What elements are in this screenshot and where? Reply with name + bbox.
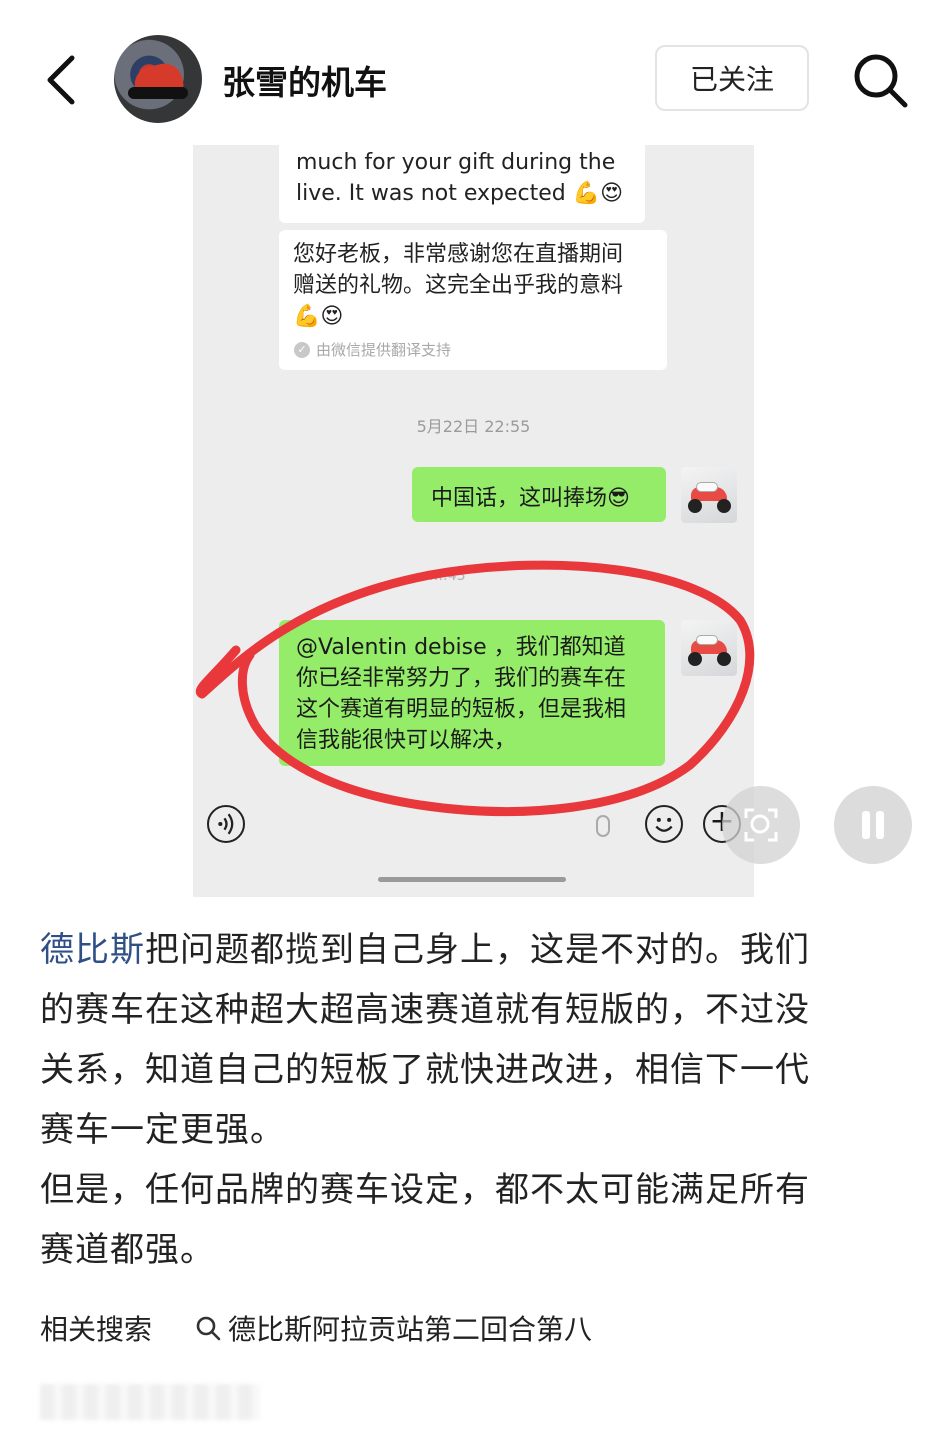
blurred-footer: [40, 1384, 260, 1420]
chat-message-line: @Valentin debise ，我们都知道: [296, 635, 626, 660]
chat-message-line: 您好老板，非常感谢您在直播期间: [293, 242, 624, 267]
post-text: 关系，知道自己的短板了就快进改进，相信下一代: [40, 1050, 810, 1090]
translation-note: ✓ 由微信提供翻译支持: [294, 339, 451, 360]
chat-message-line: 赠送的礼物。这完全出乎我的意料: [293, 273, 624, 298]
mention-tag[interactable]: 德比斯: [40, 930, 145, 970]
chat-message-line: 这个赛道有明显的短板，但是我相: [296, 697, 627, 722]
follow-button[interactable]: 已关注: [655, 45, 809, 111]
search-icon: [196, 1316, 221, 1341]
related-search: 相关搜索 德比斯阿拉贡站第二回合第八: [40, 1308, 592, 1348]
post-body: 德比斯把问题都揽到自己身上，这是不对的。我们 的赛车在这种超大超高速赛道就有短版…: [40, 920, 910, 1280]
post-text: 但是，任何品牌的赛车设定，都不太可能满足所有: [40, 1170, 810, 1210]
mic-icon: [596, 815, 610, 837]
sender-avatar: [681, 467, 737, 523]
related-search-label: 相关搜索: [40, 1313, 153, 1346]
voice-icon: [207, 805, 245, 843]
top-bar: 张雪的机车 已关注: [0, 0, 946, 145]
related-search-text: 德比斯阿拉贡站第二回合第八: [228, 1313, 593, 1346]
translation-note-text: 由微信提供翻译支持: [316, 341, 452, 359]
chat-timestamp: …:43: [429, 568, 466, 584]
check-icon: ✓: [294, 341, 310, 358]
post-text: 赛道都强。: [40, 1230, 215, 1270]
search-icon[interactable]: [850, 50, 910, 110]
chat-message-line: live. It was not expected 💪😍: [296, 181, 624, 206]
chat-timestamp: 5月22日 22:55: [416, 417, 531, 436]
emoji-icon: [645, 805, 683, 843]
chat-message-sent-highlighted: @Valentin debise ，我们都知道 你已经非常努力了，我们的赛车在 …: [279, 620, 665, 766]
chat-screenshot-image[interactable]: much for your gift during the live. It w…: [193, 145, 754, 897]
scan-icon[interactable]: [722, 786, 800, 864]
post-text: 赛车一定更强。: [40, 1110, 285, 1150]
chat-message-line: 信我能很快可以解决，: [296, 728, 517, 753]
chat-message-english: much for your gift during the live. It w…: [279, 145, 645, 223]
post-text: 的赛车在这种超大超高速赛道就有短版的，不过没: [40, 990, 810, 1030]
account-name[interactable]: 张雪的机车: [222, 56, 387, 104]
sender-avatar: [681, 620, 737, 676]
related-search-query[interactable]: 德比斯阿拉贡站第二回合第八: [194, 1308, 592, 1348]
chat-message-line: 💪😍: [293, 304, 344, 329]
post-text: 把问题都揽到自己身上，这是不对的。我们: [145, 930, 810, 970]
back-arrow-icon[interactable]: [38, 52, 88, 108]
chat-message-sent: 中国话，这叫捧场😎: [412, 467, 666, 522]
chat-message-line: 你已经非常努力了，我们的赛车在: [296, 666, 627, 691]
avatar[interactable]: [114, 35, 202, 123]
pause-icon[interactable]: [834, 786, 912, 864]
chat-message-line: much for your gift during the: [296, 150, 616, 175]
home-indicator: [378, 877, 566, 882]
